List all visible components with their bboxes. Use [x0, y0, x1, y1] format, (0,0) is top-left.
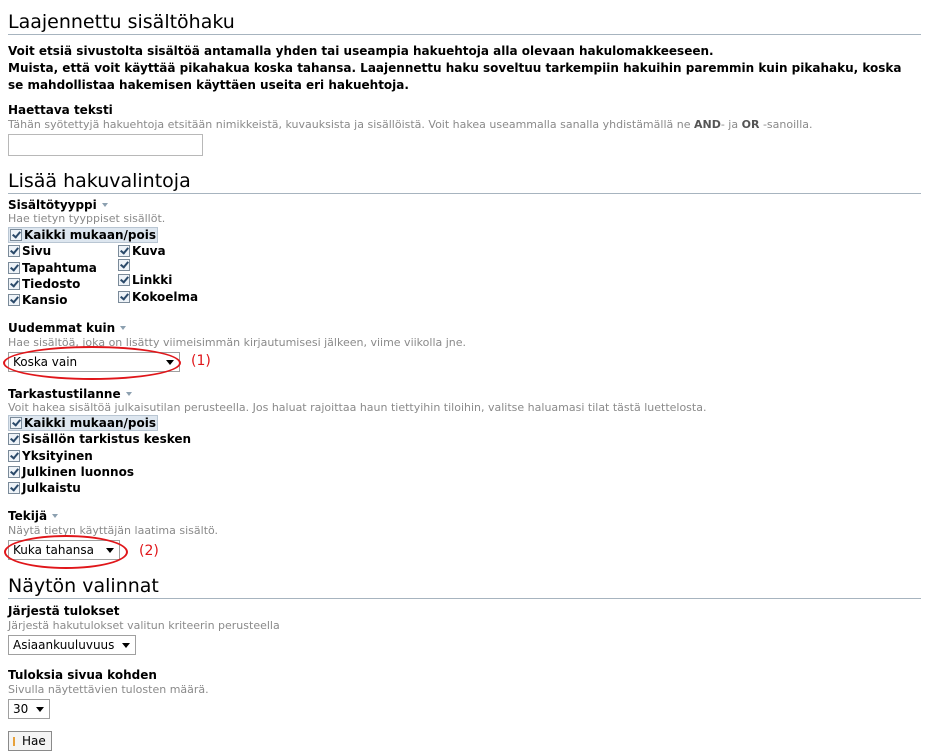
content-type-toggle-all[interactable]: Kaikki mukaan/pois	[8, 227, 158, 243]
chevron-down-icon	[101, 203, 108, 207]
review-state-toggle-all[interactable]: Kaikki mukaan/pois	[8, 415, 158, 431]
search-button-icon	[13, 737, 19, 746]
sort-help: Järjestä hakutulokset valitun kriteerin …	[8, 619, 280, 632]
per-page-help: Sivulla näytettävien tulosten määrä.	[8, 683, 209, 696]
checkbox-checked-icon[interactable]	[118, 259, 130, 271]
content-type-label[interactable]: Sisältötyyppi	[8, 198, 108, 213]
more-options-title: Lisää hakuvalintoja	[8, 170, 921, 194]
annotation-ellipse	[3, 346, 181, 380]
review-state-option[interactable]: Julkinen luonnos	[8, 465, 134, 480]
annotation-ellipse	[4, 535, 128, 569]
content-type-option[interactable]: Tapahtuma	[8, 261, 97, 276]
checkbox-checked-icon[interactable]	[8, 262, 20, 274]
checkbox-checked-icon[interactable]	[8, 482, 20, 494]
checkbox-checked-icon[interactable]	[8, 466, 20, 478]
annotation-marker: (1)	[191, 353, 211, 369]
checkbox-checked-icon[interactable]	[118, 245, 130, 257]
checkbox-checked-icon[interactable]	[118, 291, 130, 303]
advanced-search-title: Laajennettu sisältöhaku	[8, 11, 921, 35]
chevron-down-icon	[52, 514, 59, 518]
content-type-option[interactable]: Kokoelma	[118, 290, 198, 305]
checkbox-checked-icon[interactable]	[118, 274, 130, 286]
sort-label: Järjestä tulokset	[8, 604, 120, 618]
search-text-label: Haettava teksti	[8, 103, 113, 117]
checkbox-checked-icon[interactable]	[8, 294, 20, 306]
author-label[interactable]: Tekijä	[8, 509, 59, 524]
review-state-help: Voit hakea sisältöä julkaisutilan perust…	[8, 401, 707, 414]
review-state-option[interactable]: Yksityinen	[8, 449, 93, 464]
intro-text: Voit etsiä sivustolta sisältöä antamalla…	[8, 44, 902, 92]
annotation-marker: (2)	[139, 543, 159, 559]
content-type-option[interactable]: Sivu	[8, 244, 51, 259]
content-type-option[interactable]: Kuva	[118, 244, 166, 259]
checkbox-checked-icon[interactable]	[8, 433, 20, 445]
content-type-help: Hae tietyn tyyppiset sisällöt.	[8, 212, 166, 225]
sort-select[interactable]: Asiaankuuluvuus	[8, 635, 136, 655]
dropdown-arrow-icon	[122, 643, 130, 648]
content-type-option[interactable]: Kansio	[8, 293, 67, 308]
checkbox-checked-icon[interactable]	[10, 229, 22, 241]
review-state-option[interactable]: Julkaistu	[8, 481, 81, 496]
chevron-down-icon	[125, 392, 132, 396]
content-type-option[interactable]: Linkki	[118, 273, 172, 288]
newer-than-label[interactable]: Uudemmat kuin	[8, 321, 127, 336]
dropdown-arrow-icon	[36, 707, 44, 712]
checkbox-checked-icon[interactable]	[10, 417, 22, 429]
content-type-option[interactable]	[118, 258, 132, 273]
review-state-option[interactable]: Sisällön tarkistus kesken	[8, 432, 191, 447]
chevron-down-icon	[120, 326, 127, 330]
display-options-title: Näytön valinnat	[8, 575, 921, 599]
checkbox-checked-icon[interactable]	[8, 450, 20, 462]
per-page-label: Tuloksia sivua kohden	[8, 668, 157, 682]
search-submit-button[interactable]: Hae	[8, 731, 52, 751]
search-text-input[interactable]	[8, 134, 203, 156]
per-page-select[interactable]: 30	[8, 699, 50, 719]
review-state-label[interactable]: Tarkastustilanne	[8, 387, 132, 402]
checkbox-checked-icon[interactable]	[8, 278, 20, 290]
checkbox-checked-icon[interactable]	[8, 245, 20, 257]
search-text-help: Tähän syötettyjä hakuehtoja etsitään nim…	[8, 118, 813, 131]
content-type-option[interactable]: Tiedosto	[8, 277, 80, 292]
